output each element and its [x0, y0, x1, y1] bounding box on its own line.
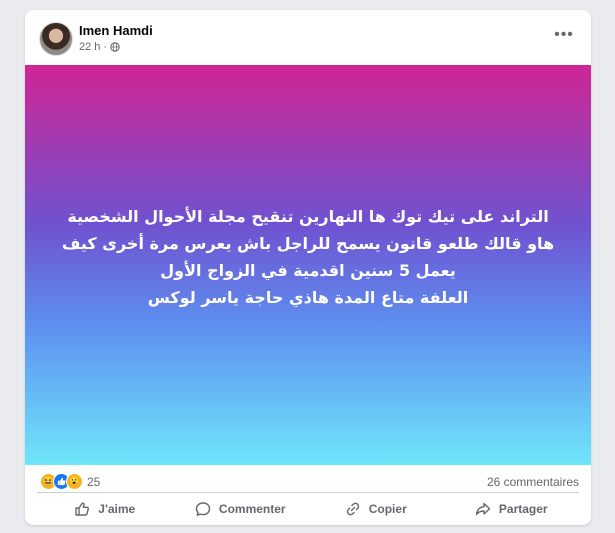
copy-button[interactable]: Copier — [308, 494, 444, 524]
share-button[interactable]: Partager — [444, 494, 580, 524]
globe-icon[interactable] — [110, 42, 120, 52]
reaction-icons[interactable]: 😆 😮 — [40, 473, 83, 490]
wow-reaction-icon: 😮 — [66, 473, 83, 490]
post-text: التراند على تيك توك ها النهارين تنقيح مج… — [62, 203, 554, 311]
copy-label: Copier — [368, 502, 407, 516]
post-text-line: هاو قالك طلعو قانون يسمح للراجل باش يعرس… — [61, 234, 555, 253]
post-card: Imen Hamdi 22 h · ••• التراند على تيك تو… — [25, 10, 591, 525]
like-button[interactable]: J'aime — [37, 494, 173, 524]
more-options-icon[interactable]: ••• — [553, 24, 575, 46]
post-text-line: التراند على تيك توك ها النهارين تنقيح مج… — [67, 207, 549, 226]
post-meta: 22 h · — [79, 41, 120, 53]
share-icon — [475, 502, 491, 516]
avatar[interactable] — [39, 22, 73, 56]
comments-count[interactable]: 26 commentaires — [487, 475, 579, 489]
reactions-bar: 😆 😮 25 26 commentaires — [25, 465, 591, 495]
like-label: J'aime — [98, 502, 136, 516]
thumbs-up-icon — [75, 502, 90, 516]
author-name[interactable]: Imen Hamdi — [79, 23, 153, 38]
comment-icon — [195, 502, 211, 516]
action-bar: J'aime Commenter Copier Partager — [37, 494, 579, 524]
post-background: التراند على تيك توك ها النهارين تنقيح مج… — [25, 65, 591, 465]
post-time[interactable]: 22 h — [79, 41, 100, 53]
comment-button[interactable]: Commenter — [173, 494, 309, 524]
share-label: Partager — [498, 502, 548, 516]
link-icon — [346, 502, 359, 516]
post-header: Imen Hamdi 22 h · ••• — [25, 10, 591, 65]
meta-separator: · — [103, 41, 108, 53]
comment-label: Commenter — [218, 502, 286, 516]
post-text-line: يعمل 5 سنين اقدمية في الزواج الأول — [160, 261, 456, 280]
post-text-line: العلفة متاع المدة هاذي حاجة ياسر لوكس — [147, 288, 469, 307]
reaction-count[interactable]: 25 — [87, 475, 100, 489]
divider — [37, 492, 579, 493]
